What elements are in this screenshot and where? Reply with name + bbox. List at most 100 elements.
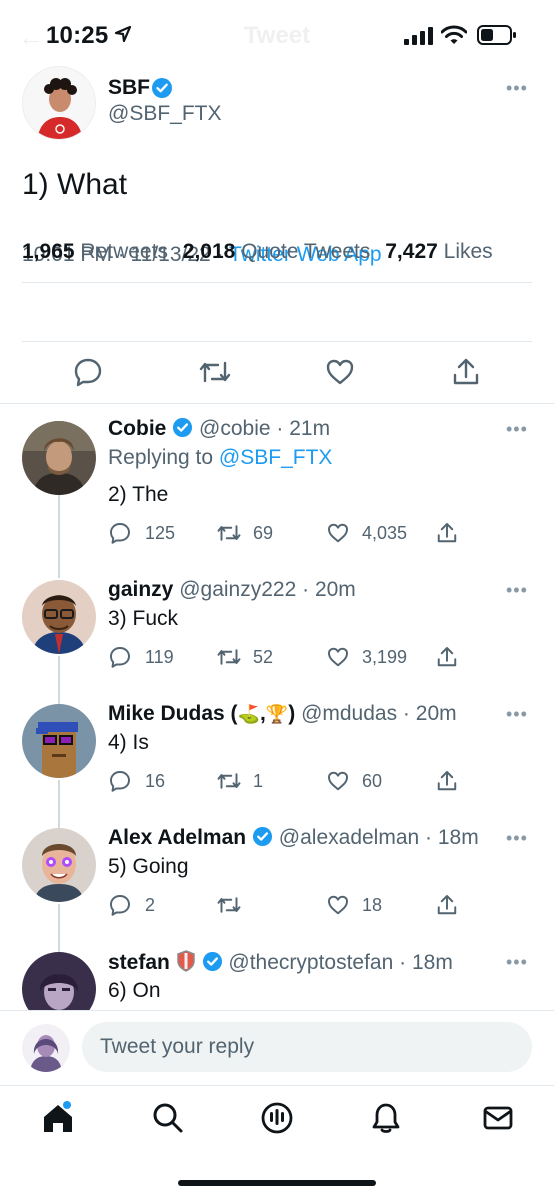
divider	[22, 282, 532, 283]
wifi-icon	[441, 25, 467, 44]
author-name[interactable]: SBF	[108, 76, 150, 100]
reply-count: 2	[145, 895, 156, 915]
retweet-icon[interactable]	[215, 893, 243, 917]
share-icon[interactable]	[435, 769, 459, 793]
reply-action-bar: 119 52 3,199	[108, 645, 528, 669]
reply-author-name[interactable]: stefan	[108, 951, 170, 974]
search-icon[interactable]	[150, 1100, 186, 1136]
more-options-icon[interactable]: •••	[506, 704, 528, 725]
more-options-icon[interactable]: •••	[506, 580, 528, 601]
reply-time: 20m	[314, 578, 356, 601]
avatar[interactable]	[22, 952, 96, 1010]
my-avatar[interactable]	[22, 1024, 70, 1072]
reply-action-bar: 16 1 60	[108, 769, 528, 793]
location-arrow-icon	[114, 25, 132, 43]
reply-icon[interactable]	[72, 356, 104, 388]
retweet-count: 1	[253, 771, 264, 791]
spaces-icon[interactable]	[259, 1100, 295, 1136]
retweet-icon[interactable]	[215, 521, 243, 545]
reply-author-name[interactable]: gainzy	[108, 578, 173, 601]
more-options-icon[interactable]: •••	[506, 952, 528, 973]
reply-text: 6) On	[108, 979, 161, 1002]
share-icon[interactable]	[435, 893, 459, 917]
reply-input[interactable]: Tweet your reply	[82, 1022, 532, 1072]
avatar[interactable]	[22, 704, 96, 778]
quote-tweets-count[interactable]: 2,018	[183, 240, 236, 263]
reply-time: 18m	[437, 826, 479, 849]
verified-badge-icon	[252, 826, 272, 847]
replying-to: Replying to @SBF_FTX	[108, 446, 332, 470]
reply-header: Alex Adelman @alexadelman · 18m	[108, 826, 479, 850]
reply-author-name[interactable]: Alex Adelman	[108, 826, 246, 849]
likes-label[interactable]: Likes	[444, 240, 493, 263]
reply-icon[interactable]	[108, 769, 132, 793]
divider	[22, 341, 532, 342]
reply-icon[interactable]	[108, 521, 132, 545]
retweet-count: 69	[253, 523, 274, 543]
reply-author-handle[interactable]: @mdudas	[301, 702, 397, 725]
bell-icon[interactable]	[368, 1100, 404, 1136]
reply-author-handle[interactable]: @alexadelman	[279, 826, 419, 849]
thread-connector	[58, 494, 60, 578]
reply-author-handle[interactable]: @gainzy222	[179, 578, 296, 601]
reply-author-handle[interactable]: @cobie	[199, 417, 271, 440]
avatar[interactable]	[22, 421, 96, 495]
reply-text: 2) The	[108, 483, 169, 506]
shield-icon	[176, 950, 195, 972]
more-options-icon[interactable]: •••	[506, 828, 528, 849]
like-count: 18	[362, 895, 383, 915]
home-indicator[interactable]	[178, 1180, 376, 1186]
mail-icon[interactable]	[480, 1100, 516, 1136]
more-options-icon[interactable]: •••	[506, 78, 528, 99]
verified-badge-icon	[152, 78, 172, 98]
reply-count: 16	[145, 771, 166, 791]
author-avatar[interactable]	[22, 66, 96, 140]
reply-author-name[interactable]: Cobie	[108, 417, 166, 440]
reply-text: 3) Fuck	[108, 607, 179, 630]
author-handle[interactable]: @SBF_FTX	[108, 102, 222, 126]
heart-icon[interactable]	[326, 645, 350, 669]
replying-to-handle[interactable]: @SBF_FTX	[219, 446, 333, 469]
avatar[interactable]	[22, 580, 96, 654]
verified-badge-icon	[173, 417, 193, 438]
share-icon[interactable]	[435, 521, 459, 545]
heart-icon[interactable]	[326, 893, 350, 917]
retweet-icon[interactable]	[197, 356, 233, 388]
battery-icon	[477, 25, 516, 45]
retweet-icon[interactable]	[215, 645, 243, 669]
dot-separator: ·	[270, 417, 290, 440]
more-options-icon[interactable]: •••	[506, 419, 528, 440]
reply-text: 5) Going	[108, 855, 189, 878]
reply-time: 20m	[415, 702, 457, 725]
reply-action-bar: 125 69 4,035	[108, 521, 528, 545]
retweets-label[interactable]: Retweets	[80, 240, 168, 263]
share-icon[interactable]	[435, 645, 459, 669]
reply-icon[interactable]	[108, 645, 132, 669]
heart-icon[interactable]	[324, 356, 356, 388]
reply-author-name[interactable]: Mike Dudas (	[108, 702, 238, 725]
retweets-count[interactable]: 1,965	[22, 240, 75, 263]
bottom-tab-bar	[0, 1090, 554, 1150]
verified-badge-icon	[202, 951, 222, 972]
home-icon[interactable]	[40, 1100, 76, 1136]
divider	[0, 403, 554, 404]
reply-composer: Tweet your reply	[0, 1010, 554, 1085]
reply-tweet[interactable]: stefan @thecryptostefan · 18m ••• 6) On	[0, 950, 554, 1010]
retweet-icon[interactable]	[215, 769, 243, 793]
avatar[interactable]	[22, 828, 96, 902]
heart-icon[interactable]	[326, 521, 350, 545]
reply-header: stefan @thecryptostefan · 18m	[108, 950, 453, 975]
heart-icon[interactable]	[326, 769, 350, 793]
dot-separator: ·	[393, 951, 412, 974]
reply-time: 21m	[289, 417, 331, 440]
reply-author-handle[interactable]: @thecryptostefan	[228, 951, 393, 974]
divider	[0, 1085, 554, 1086]
retweet-count: 52	[253, 647, 274, 667]
main-action-bar	[0, 356, 554, 392]
reply-icon[interactable]	[108, 893, 132, 917]
share-icon[interactable]	[450, 356, 482, 388]
quote-tweets-label[interactable]: Quote Tweets	[241, 240, 370, 263]
thread-connector	[58, 656, 60, 704]
likes-count[interactable]: 7,427	[385, 240, 438, 263]
reply-header: Mike Dudas (⛳,🏆) @mdudas · 20m	[108, 702, 457, 726]
